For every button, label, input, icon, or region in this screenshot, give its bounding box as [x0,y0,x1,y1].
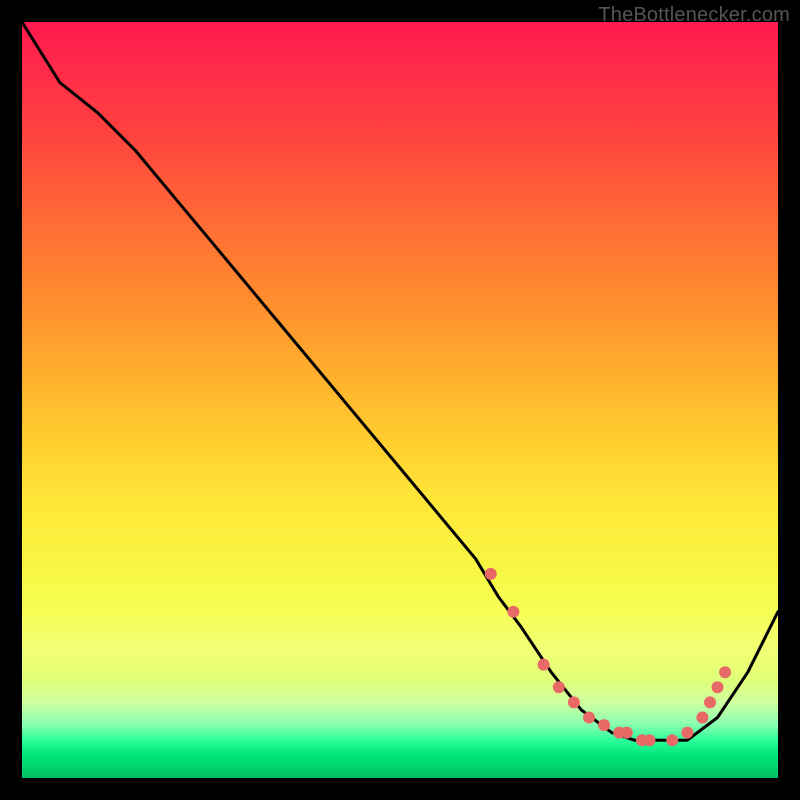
curve-overlay [22,22,778,778]
curve-marker [538,659,550,671]
curve-marker [644,734,656,746]
curve-marker [583,712,595,724]
curve-marker [666,734,678,746]
curve-marker [553,681,565,693]
curve-line [22,22,778,740]
chart-container: TheBottlenecker.com [0,0,800,800]
curve-marker [507,606,519,618]
curve-marker [712,681,724,693]
curve-marker [696,712,708,724]
curve-marker [704,696,716,708]
curve-marker [568,696,580,708]
curve-marker [719,666,731,678]
curve-marker [621,727,633,739]
curve-marker [598,719,610,731]
curve-markers [485,568,731,746]
plot-area [22,22,778,778]
curve-marker [681,727,693,739]
curve-marker [485,568,497,580]
